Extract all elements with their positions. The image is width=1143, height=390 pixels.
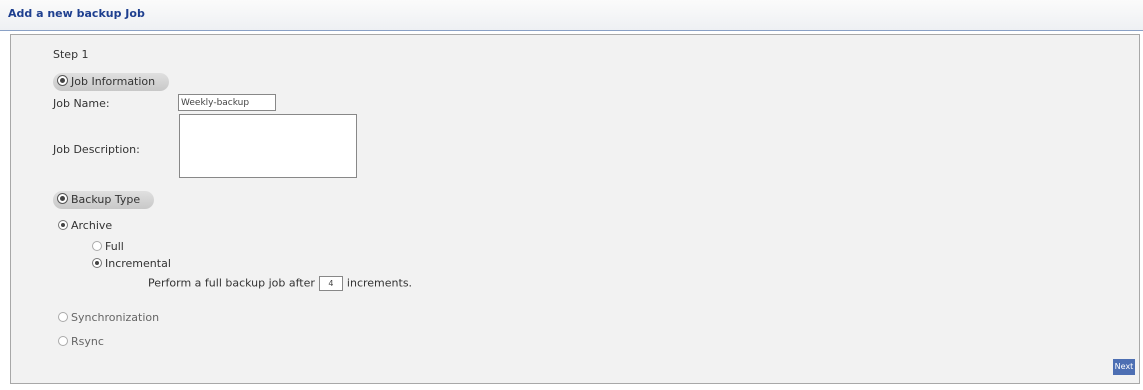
job-name-label: Job Name:: [53, 97, 110, 110]
step-label: Step 1: [53, 48, 89, 61]
backup-type-section-header[interactable]: Backup Type: [53, 191, 155, 209]
rsync-label: Rsync: [71, 335, 104, 348]
archive-label: Archive: [71, 219, 113, 232]
synchronization-option[interactable]: Synchronization: [58, 311, 159, 324]
section-bullet-icon: [57, 75, 68, 86]
rsync-option[interactable]: Rsync: [58, 335, 104, 348]
increments-input[interactable]: 4: [318, 276, 343, 291]
rsync-radio[interactable]: [58, 336, 68, 346]
title-bar: Add a new backup Job: [0, 0, 1143, 31]
synchronization-radio[interactable]: [58, 312, 68, 322]
incremental-option[interactable]: Incremental: [92, 257, 171, 270]
full-label: Full: [105, 240, 124, 253]
job-information-section-label: Job Information: [71, 75, 156, 88]
full-option[interactable]: Full: [92, 240, 124, 253]
perform-prefix-text: Perform a full backup job after: [148, 276, 315, 290]
full-backup-after-row: Perform a full backup job after 4 incremen…: [148, 276, 412, 291]
next-button[interactable]: Next: [1113, 359, 1135, 375]
window-title: Add a new backup Job: [8, 7, 145, 20]
archive-radio[interactable]: [58, 220, 68, 230]
synchronization-label: Synchronization: [71, 311, 160, 324]
backup-type-section-label: Backup Type: [71, 193, 141, 206]
archive-option[interactable]: Archive: [58, 219, 112, 232]
perform-suffix-text: increments.: [346, 276, 413, 290]
wizard-panel: Step 1 Job Information Job Name: Job Des…: [10, 34, 1140, 384]
section-bullet-icon: [57, 193, 68, 204]
job-information-section-header[interactable]: Job Information: [53, 73, 170, 91]
job-description-textarea[interactable]: [179, 114, 357, 178]
incremental-label: Incremental: [105, 257, 171, 270]
job-description-label: Job Description:: [53, 143, 140, 156]
full-radio[interactable]: [92, 241, 102, 251]
incremental-radio[interactable]: [92, 258, 102, 268]
job-name-input[interactable]: [178, 94, 276, 111]
